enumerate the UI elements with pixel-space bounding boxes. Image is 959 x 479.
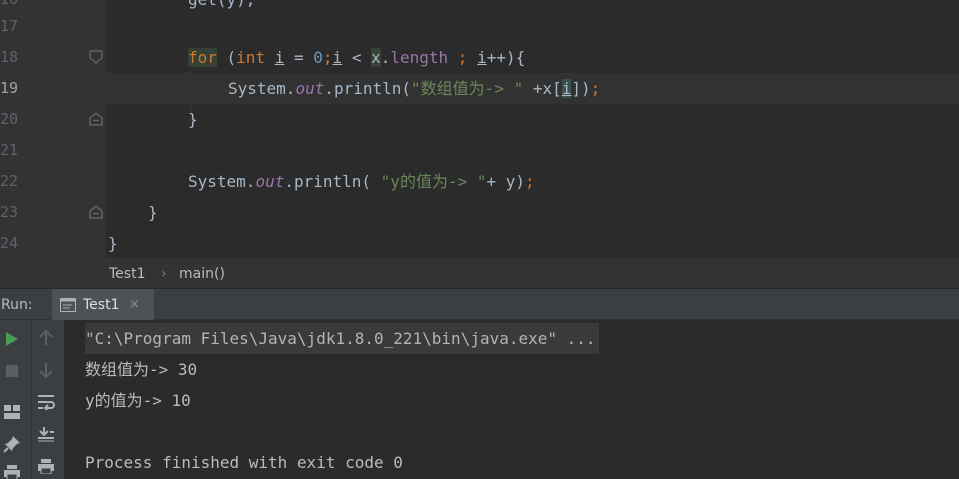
code-line-19[interactable]: 19 System.out.println("数组值为-> " +x[i]); bbox=[0, 73, 959, 104]
code-text: System.out.println( "y的值为-> "+ y); bbox=[188, 166, 535, 197]
scroll-to-end-button[interactable] bbox=[34, 422, 58, 446]
print-icon bbox=[38, 459, 54, 474]
line-number: 21 bbox=[0, 141, 19, 159]
line-number: 23 bbox=[0, 203, 19, 221]
variable-x: x bbox=[371, 48, 381, 67]
code-token: + bbox=[523, 79, 543, 98]
print-button[interactable] bbox=[0, 460, 24, 479]
code-line-22[interactable]: 22 System.out.println( "y的值为-> "+ y); bbox=[0, 166, 959, 197]
code-token: ; bbox=[525, 172, 535, 191]
code-token: ; bbox=[448, 48, 468, 67]
keyword-int: int bbox=[236, 48, 266, 67]
field-length: length bbox=[390, 48, 449, 67]
console-command-line: "C:\Program Files\Java\jdk1.8.0_221\bin\… bbox=[85, 323, 599, 354]
code-token: ; bbox=[322, 48, 333, 67]
scroll-to-end-icon bbox=[38, 427, 54, 442]
pin-icon bbox=[3, 436, 20, 453]
code-text: } bbox=[188, 110, 198, 129]
layout-icon bbox=[4, 405, 20, 419]
line-number: 20 bbox=[0, 110, 19, 128]
console-output-line: 数组值为-> 30 bbox=[85, 360, 198, 379]
code-text: } bbox=[108, 234, 118, 253]
code-line-24[interactable]: 24 } bbox=[0, 228, 959, 258]
line-number: 22 bbox=[0, 172, 19, 190]
run-tab-label: Test1 bbox=[83, 297, 120, 313]
code-line-18[interactable]: 18 for (int i = 0;i < x.length ; i++){ bbox=[0, 42, 959, 73]
print-output-button[interactable] bbox=[34, 454, 58, 478]
string-literal: "y的值为-> " bbox=[380, 172, 487, 191]
rerun-button[interactable] bbox=[0, 327, 24, 351]
field-out: out bbox=[295, 79, 325, 98]
arrow-up-icon bbox=[39, 330, 53, 345]
toolbar-divider bbox=[31, 320, 32, 479]
code-token: . bbox=[380, 48, 391, 67]
code-line-20[interactable]: 20 } bbox=[0, 104, 959, 135]
string-literal: "数组值为-> " bbox=[411, 79, 524, 98]
line-number: 24 bbox=[0, 234, 19, 252]
console-icon bbox=[60, 298, 76, 312]
soft-wrap-icon bbox=[38, 395, 55, 410]
code-line-17[interactable]: 17 bbox=[0, 11, 959, 42]
run-tab-test1[interactable]: Test1 × bbox=[52, 289, 154, 321]
code-token: ; bbox=[590, 79, 601, 98]
code-editor[interactable]: 16 get(y); 17 18 for (int i = 0;i < x.le… bbox=[0, 0, 959, 258]
number-literal: 0 bbox=[313, 48, 323, 67]
fold-open-icon[interactable] bbox=[89, 50, 103, 64]
variable-i: i bbox=[477, 48, 487, 67]
console-output-line: y的值为-> 10 bbox=[85, 391, 191, 410]
line-number: 18 bbox=[0, 48, 19, 66]
stop-button[interactable] bbox=[0, 359, 24, 383]
code-line-21[interactable]: 21 bbox=[0, 135, 959, 166]
code-token: ]) bbox=[571, 79, 591, 98]
code-token: = bbox=[284, 48, 314, 67]
variable-i: i bbox=[332, 48, 343, 67]
scroll-up-button[interactable] bbox=[34, 326, 58, 350]
close-icon[interactable]: × bbox=[129, 289, 140, 321]
fold-close-icon[interactable] bbox=[89, 112, 103, 126]
code-text: for (int i = 0;i < x.length ; i++){ bbox=[188, 42, 525, 73]
run-console[interactable]: "C:\Program Files\Java\jdk1.8.0_221\bin\… bbox=[64, 320, 959, 479]
scroll-down-button[interactable] bbox=[34, 358, 58, 382]
code-token: .println( bbox=[284, 172, 381, 191]
breadcrumb-method[interactable]: main() bbox=[179, 259, 225, 289]
stop-icon bbox=[6, 365, 18, 377]
keyword-for: for bbox=[188, 48, 217, 67]
arrow-down-icon bbox=[39, 363, 53, 378]
variable-i: i bbox=[274, 48, 285, 67]
code-token: System. bbox=[188, 172, 256, 191]
code-line-23[interactable]: 23 } bbox=[0, 197, 959, 228]
variable-i: i bbox=[561, 79, 572, 98]
code-token: .println( bbox=[324, 79, 412, 98]
code-token: ( bbox=[216, 48, 237, 67]
run-tool-window-header: Run: Test1 × bbox=[0, 288, 959, 321]
code-text: System.out.println("数组值为-> " +x[i]); bbox=[228, 73, 600, 104]
breadcrumb-separator: › bbox=[161, 266, 167, 282]
code-token: [ bbox=[552, 79, 562, 98]
fold-close-icon[interactable] bbox=[89, 205, 103, 219]
run-toolbar bbox=[0, 320, 64, 479]
line-number: 17 bbox=[0, 17, 19, 35]
soft-wrap-button[interactable] bbox=[34, 390, 58, 414]
field-out: out bbox=[255, 172, 285, 191]
print-icon bbox=[4, 465, 20, 479]
run-label: Run: bbox=[1, 297, 33, 313]
code-token: ++){ bbox=[486, 48, 526, 67]
play-icon bbox=[6, 332, 18, 346]
breadcrumb: Test1 › main() bbox=[0, 258, 959, 288]
line-number: 19 bbox=[0, 79, 19, 97]
code-text: } bbox=[148, 203, 158, 222]
code-token: < bbox=[342, 48, 372, 67]
console-exit-message: Process finished with exit code 0 bbox=[85, 453, 403, 472]
layout-button[interactable] bbox=[0, 400, 24, 424]
variable-x: x bbox=[542, 79, 553, 98]
code-token: + y) bbox=[486, 172, 526, 191]
code-token: System. bbox=[228, 79, 296, 98]
pin-button[interactable] bbox=[0, 432, 24, 456]
breadcrumb-class[interactable]: Test1 bbox=[109, 259, 145, 289]
